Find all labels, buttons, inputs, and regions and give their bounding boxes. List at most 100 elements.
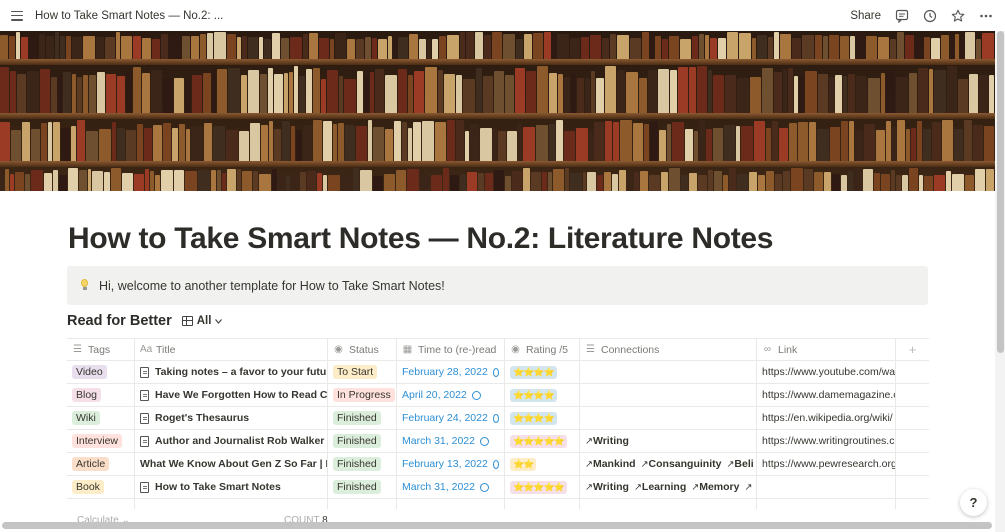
connection-chip[interactable]: ↗Consanguinity bbox=[641, 458, 722, 470]
connections-cell[interactable]: ↗Writing ↗Learning ↗Memory ↗ bbox=[580, 476, 757, 498]
column-header-connections[interactable]: ☰ Connections bbox=[580, 339, 757, 360]
tags-cell[interactable]: Book bbox=[67, 476, 135, 498]
date-cell[interactable]: March 31, 2022 bbox=[397, 430, 505, 452]
title-cell[interactable]: Have We Forgotten How to Read Cri bbox=[135, 384, 328, 406]
connections-cell[interactable] bbox=[580, 407, 757, 429]
column-header-tags[interactable]: ☰ Tags bbox=[67, 339, 135, 360]
connection-chip[interactable]: ↗Writing bbox=[585, 481, 629, 493]
tags-cell[interactable]: Interview bbox=[67, 430, 135, 452]
help-button[interactable]: ? bbox=[960, 489, 987, 516]
link-cell[interactable]: https://www.damemagazine.c bbox=[757, 384, 896, 406]
status-cell[interactable]: Finished bbox=[328, 453, 397, 475]
book-spine bbox=[641, 32, 649, 59]
callout[interactable]: Hi, welcome to another template for How … bbox=[67, 266, 928, 305]
column-header-status[interactable]: ◉ Status bbox=[328, 339, 397, 360]
link-cell[interactable] bbox=[757, 476, 896, 498]
connections-cell[interactable]: ↗Mankind ↗Consanguinity ↗Beli bbox=[580, 453, 757, 475]
date-cell[interactable]: February 13, 2022 bbox=[397, 453, 505, 475]
tags-cell[interactable]: Wiki bbox=[67, 407, 135, 429]
book-spine bbox=[783, 171, 791, 191]
connection-chip[interactable]: ↗Mankind bbox=[585, 458, 636, 470]
table-row[interactable]: Interview Author and Journalist Rob Walke… bbox=[67, 430, 929, 453]
title-cell[interactable]: Author and Journalist Rob Walker or bbox=[135, 430, 328, 452]
connections-cell[interactable]: ↗Writing bbox=[580, 430, 757, 452]
book-spine bbox=[460, 174, 467, 191]
history-icon[interactable] bbox=[923, 9, 937, 23]
book-spine bbox=[58, 175, 67, 191]
tags-cell[interactable]: Video bbox=[67, 361, 135, 383]
date-cell[interactable]: February 28, 2022 bbox=[397, 361, 505, 383]
book-spine bbox=[141, 73, 150, 113]
link-cell[interactable]: https://en.wikipedia.org/wiki/ bbox=[757, 407, 896, 429]
status-cell[interactable]: Finished bbox=[328, 430, 397, 452]
tags-cell[interactable]: Article bbox=[67, 453, 135, 475]
reminder-clock-icon bbox=[471, 390, 481, 400]
book-spine bbox=[828, 35, 839, 59]
menu-icon[interactable] bbox=[11, 10, 23, 21]
book-spine bbox=[464, 131, 469, 161]
status-cell[interactable]: In Progress bbox=[328, 384, 397, 406]
book-spine bbox=[4, 169, 9, 191]
relation-arrow-icon: ↗ bbox=[744, 482, 753, 493]
connection-chip[interactable]: ↗Beli bbox=[726, 458, 753, 470]
database-title[interactable]: Read for Better bbox=[67, 313, 172, 329]
tag-badge: Blog bbox=[72, 388, 102, 402]
book-spine bbox=[372, 127, 384, 161]
rating-cell[interactable]: ⭐⭐⭐⭐ bbox=[505, 384, 580, 406]
title-cell[interactable]: Roget's Thesaurus bbox=[135, 407, 328, 429]
add-column-button[interactable]: + bbox=[896, 339, 929, 360]
title-cell[interactable]: How to Take Smart Notes bbox=[135, 476, 328, 498]
calendar-icon: ▦ bbox=[402, 344, 413, 355]
more-options-icon[interactable] bbox=[979, 9, 993, 23]
breadcrumb[interactable]: How to Take Smart Notes — No.2: ... bbox=[35, 10, 223, 22]
book-spine bbox=[78, 170, 87, 191]
status-cell[interactable]: Finished bbox=[328, 407, 397, 429]
link-cell[interactable]: https://www.youtube.com/wa bbox=[757, 361, 896, 383]
book-spine bbox=[783, 69, 788, 113]
column-header-rating[interactable]: ◉ Rating /5 bbox=[505, 339, 580, 360]
date-cell[interactable]: March 31, 2022 bbox=[397, 476, 505, 498]
column-header-link[interactable]: ∞ Link bbox=[757, 339, 896, 360]
date-cell[interactable]: April 20, 2022 bbox=[397, 384, 505, 406]
share-button[interactable]: Share bbox=[850, 10, 881, 22]
column-header-time[interactable]: ▦ Time to (re-)read bbox=[397, 339, 505, 360]
vertical-scrollbar-thumb[interactable] bbox=[997, 31, 1004, 353]
book-spine bbox=[274, 74, 284, 113]
rating-cell[interactable]: ⭐⭐⭐⭐ bbox=[505, 361, 580, 383]
comment-icon[interactable] bbox=[895, 9, 909, 23]
table-row[interactable]: Article What We Know About Gen Z So Far |… bbox=[67, 453, 929, 476]
date-cell[interactable]: February 24, 2022 bbox=[397, 407, 505, 429]
rating-cell[interactable]: ⭐⭐⭐⭐⭐ bbox=[505, 430, 580, 452]
book-spine bbox=[398, 69, 408, 113]
table-row[interactable]: Video Taking notes – a favor to your futu… bbox=[67, 361, 929, 384]
table-row[interactable]: Wiki Roget's Thesaurus Finished February 24… bbox=[67, 407, 929, 430]
column-header-title[interactable]: Aa Title bbox=[135, 339, 328, 360]
rating-cell[interactable]: ⭐⭐⭐⭐ bbox=[505, 407, 580, 429]
link-cell[interactable]: https://www.pewresearch.org bbox=[757, 453, 896, 475]
table-row[interactable]: Blog Have We Forgotten How to Read Cri In … bbox=[67, 384, 929, 407]
title-cell[interactable]: What We Know About Gen Z So Far | Pe bbox=[135, 453, 328, 475]
link-cell[interactable]: https://www.writingroutines.c bbox=[757, 430, 896, 452]
title-cell[interactable]: Taking notes – a favor to your future bbox=[135, 361, 328, 383]
book-spine bbox=[70, 126, 76, 161]
connections-cell[interactable] bbox=[580, 361, 757, 383]
rating-cell[interactable]: ⭐⭐ bbox=[505, 453, 580, 475]
connection-chip[interactable]: ↗Memory bbox=[691, 481, 739, 493]
connections-cell[interactable] bbox=[580, 384, 757, 406]
horizontal-scrollbar[interactable] bbox=[2, 522, 992, 529]
view-selector[interactable]: All bbox=[181, 315, 223, 327]
tags-cell[interactable]: Blog bbox=[67, 384, 135, 406]
book-spine bbox=[52, 122, 60, 161]
favorite-star-icon[interactable] bbox=[951, 9, 965, 23]
book-spine bbox=[104, 172, 111, 191]
connection-chip[interactable]: ↗Writing bbox=[585, 435, 629, 447]
status-cell[interactable]: To Start bbox=[328, 361, 397, 383]
page-title[interactable]: How to Take Smart Notes — No.2: Literatu… bbox=[68, 222, 773, 256]
book-spine bbox=[923, 37, 930, 59]
table-row[interactable]: Book How to Take Smart Notes Finished March… bbox=[67, 476, 929, 499]
status-cell[interactable]: Finished bbox=[328, 476, 397, 498]
connection-chip[interactable]: ↗Learning bbox=[634, 481, 686, 493]
rating-cell[interactable]: ⭐⭐⭐⭐⭐ bbox=[505, 476, 580, 498]
connection-chip[interactable]: ↗ bbox=[744, 481, 752, 493]
book-spine bbox=[881, 73, 886, 113]
